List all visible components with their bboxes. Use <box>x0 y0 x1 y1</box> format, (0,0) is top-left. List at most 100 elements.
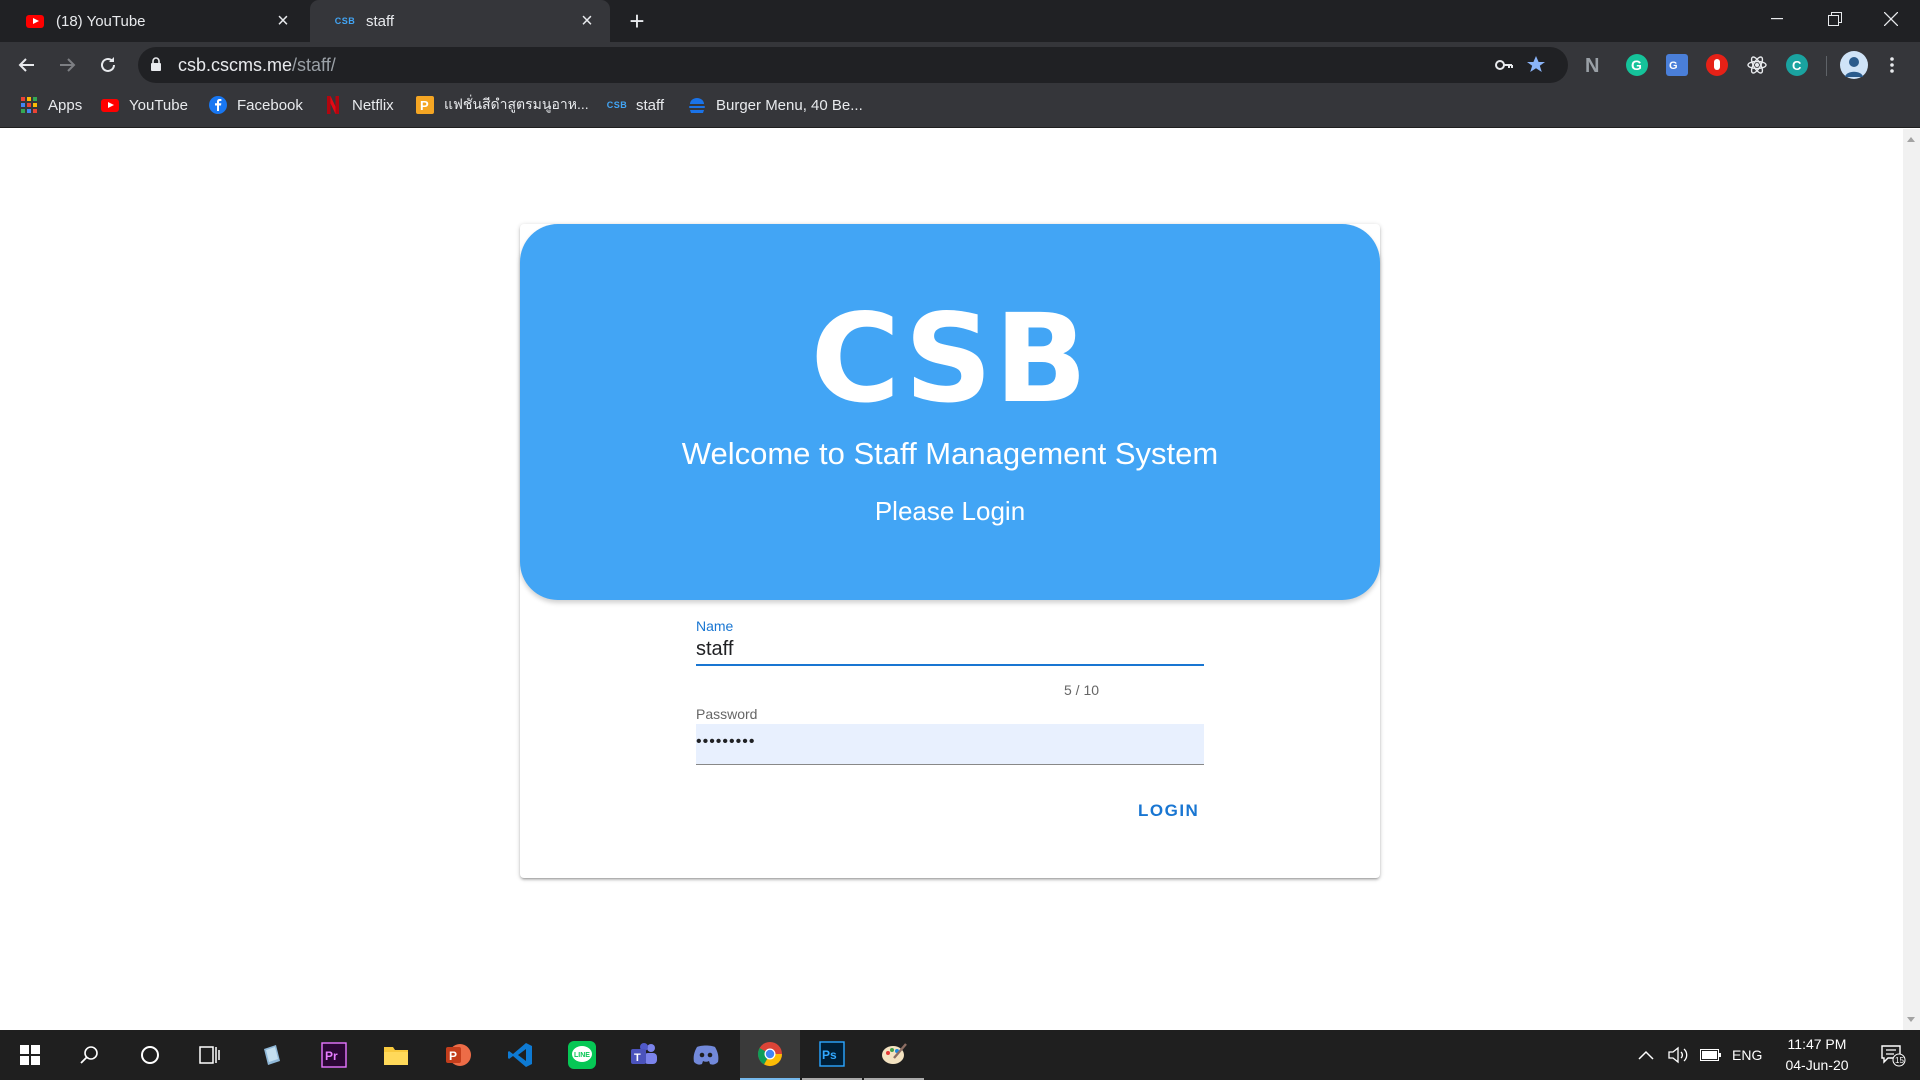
close-tab-icon[interactable]: × <box>578 11 596 31</box>
name-label: Name <box>696 618 734 634</box>
bookmarks-bar: Apps YouTube Facebook Netflix P แฟชั่นสี… <box>0 88 1920 128</box>
windows-taskbar: Pr P LINE T Ps ENG 11:47 PM 04-Jun-20 15 <box>0 1030 1920 1080</box>
name-input[interactable]: staff <box>696 638 1204 666</box>
password-field[interactable]: Password ••••••••• <box>696 706 1204 765</box>
bookmark-p-icon: P <box>416 96 434 114</box>
discord-icon[interactable] <box>676 1030 736 1080</box>
login-button[interactable]: LOGIN <box>1138 801 1199 821</box>
tab-title: (18) YouTube <box>56 12 146 30</box>
csb-icon: CSB <box>334 16 356 26</box>
close-window-button[interactable] <box>1862 0 1920 38</box>
name-char-counter: 5 / 10 <box>1064 682 1100 698</box>
powerpoint-icon[interactable]: P <box>428 1030 488 1080</box>
svg-text:C: C <box>1792 58 1802 73</box>
login-card: CSB Welcome to Staff Management System P… <box>520 224 1380 878</box>
bookmark-label: YouTube <box>129 96 188 114</box>
svg-text:Ps: Ps <box>822 1048 837 1062</box>
bookmark-label: Netflix <box>352 96 394 114</box>
login-header: CSB Welcome to Staff Management System P… <box>520 224 1380 600</box>
sticky-notes-app-icon[interactable] <box>242 1030 302 1080</box>
scroll-up-arrow[interactable] <box>1907 137 1915 142</box>
bookmark-label: Burger Menu, 40 Be... <box>716 96 863 114</box>
bookmark-staff[interactable]: CSB staff <box>606 88 665 122</box>
svg-text:LINE: LINE <box>574 1052 590 1059</box>
password-input[interactable]: ••••••••• <box>696 724 1204 765</box>
bookmark-star-icon[interactable] <box>1526 55 1546 75</box>
bookmark-label: แฟชั่นสีดำสูตรมนูอาห... <box>444 96 589 112</box>
name-field[interactable]: Name staff <box>696 618 1204 666</box>
windows-start-icon[interactable] <box>0 1030 60 1080</box>
reload-button[interactable] <box>94 51 122 79</box>
vscode-icon[interactable] <box>490 1030 550 1080</box>
bookmark-youtube[interactable]: YouTube <box>101 88 188 122</box>
key-icon[interactable] <box>1494 55 1514 75</box>
bookmark-label: Facebook <box>237 96 303 114</box>
lock-icon <box>151 57 161 71</box>
csb-icon: CSB <box>606 100 628 110</box>
premiere-pro-icon[interactable]: Pr <box>304 1030 364 1080</box>
bookmark-thai-recipe[interactable]: P แฟชั่นสีดำสูตรมนูอาห... <box>416 88 589 122</box>
menu-kebab-icon[interactable] <box>1878 51 1906 79</box>
burger-site-icon <box>688 96 706 114</box>
tab-staff[interactable]: CSB staff × <box>310 0 610 42</box>
adblock-hand-icon[interactable] <box>1706 54 1728 76</box>
cortana-icon[interactable] <box>120 1030 180 1080</box>
tray-overflow-icon[interactable] <box>1638 1030 1654 1080</box>
google-translate-icon[interactable]: G <box>1666 54 1688 76</box>
line-app-icon[interactable]: LINE <box>552 1030 612 1080</box>
forward-button[interactable] <box>53 51 81 79</box>
scroll-down-arrow[interactable] <box>1907 1017 1915 1022</box>
react-devtools-icon[interactable] <box>1746 54 1768 76</box>
profile-avatar[interactable] <box>1840 51 1868 79</box>
close-tab-icon[interactable]: × <box>274 11 292 31</box>
paint-app-icon[interactable] <box>864 1030 924 1080</box>
url-text: csb.cscms.me/staff/ <box>178 55 336 75</box>
browser-toolbar: csb.cscms.me/staff/ N G G C <box>0 42 1920 88</box>
toolbar-divider <box>1826 56 1827 76</box>
page-scrollbar[interactable] <box>1903 129 1920 1030</box>
bookmark-burger-menu[interactable]: Burger Menu, 40 Be... <box>688 88 863 122</box>
restore-button[interactable] <box>1806 0 1864 38</box>
facebook-icon <box>209 96 227 114</box>
bookmark-apps[interactable]: Apps <box>20 88 82 122</box>
apps-grid-icon <box>20 96 38 114</box>
file-explorer-icon[interactable] <box>366 1030 426 1080</box>
svg-text:G: G <box>1631 57 1642 73</box>
svg-text:P: P <box>449 1049 457 1063</box>
page-viewport: CSB Welcome to Staff Management System P… <box>0 129 1920 1030</box>
c-extension-icon[interactable]: C <box>1786 54 1808 76</box>
clock-date: 04-Jun-20 <box>1785 1057 1849 1073</box>
taskbar-clock[interactable]: 11:47 PM 04-Jun-20 <box>1772 1034 1862 1076</box>
bookmark-netflix[interactable]: Netflix <box>324 88 394 122</box>
teams-icon[interactable]: T <box>614 1030 674 1080</box>
notification-count: 15 <box>1895 1056 1904 1065</box>
netflix-icon <box>324 96 342 114</box>
volume-icon[interactable] <box>1668 1030 1690 1080</box>
clock-time: 11:47 PM <box>1787 1036 1847 1052</box>
action-center-icon[interactable]: 15 <box>1866 1030 1920 1080</box>
svg-text:Pr: Pr <box>325 1049 338 1063</box>
chrome-taskbar-icon[interactable] <box>740 1030 800 1080</box>
bookmark-facebook[interactable]: Facebook <box>209 88 303 122</box>
grammarly-icon[interactable]: G <box>1626 54 1648 76</box>
new-tab-button[interactable]: + <box>624 8 650 34</box>
svg-text:P: P <box>420 98 429 113</box>
svg-text:T: T <box>634 1052 641 1064</box>
youtube-icon <box>26 12 44 30</box>
battery-icon[interactable] <box>1700 1030 1722 1080</box>
n-extension-icon[interactable]: N <box>1584 54 1606 77</box>
svg-text:G: G <box>1669 60 1678 72</box>
photoshop-icon[interactable]: Ps <box>802 1030 862 1080</box>
task-view-icon[interactable] <box>180 1030 240 1080</box>
minimize-button[interactable] <box>1748 0 1806 38</box>
svg-text:N: N <box>1585 55 1599 76</box>
tab-strip: (18) YouTube × CSB staff × + <box>0 0 1920 42</box>
address-bar[interactable]: csb.cscms.me/staff/ <box>138 47 1568 83</box>
bookmark-label: staff <box>636 96 665 114</box>
language-indicator[interactable]: ENG <box>1732 1030 1762 1080</box>
tab-youtube[interactable]: (18) YouTube × <box>0 0 306 42</box>
bookmark-label: Apps <box>48 96 83 114</box>
search-icon[interactable] <box>60 1030 120 1080</box>
tab-title: staff <box>366 12 395 30</box>
back-button[interactable] <box>13 51 41 79</box>
